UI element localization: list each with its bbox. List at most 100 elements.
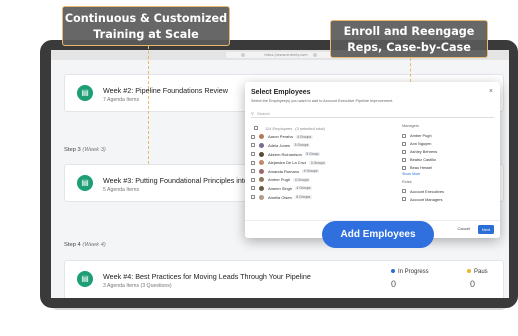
employee-checkbox[interactable] [251, 134, 255, 139]
stat-in-progress: In Progress [391, 269, 429, 275]
employee-name: Adela Jones [268, 142, 291, 148]
callout-training: Continuous & Customized Training at Scal… [62, 6, 230, 46]
roles-heading: Roles [402, 179, 412, 184]
show-more-link[interactable]: Show More [402, 172, 494, 180]
filter-checkbox[interactable] [402, 157, 406, 162]
list-item[interactable]: Adela Jones 3 Groups [251, 141, 411, 150]
list-item[interactable]: Aaron Peraha 4 Groups [251, 133, 411, 142]
employee-checkbox[interactable] [251, 195, 255, 200]
manager-filter-item[interactable]: Beatriz Castillo [402, 156, 494, 164]
group-badge: 4 Groups [302, 169, 320, 174]
stat-label: In Progress [398, 269, 429, 275]
employee-checkbox[interactable] [251, 160, 255, 165]
list-item[interactable]: Akeem Richardson 5 Group [251, 150, 411, 159]
callout-line: Training at Scale [93, 28, 199, 41]
group-badge: 4 Groups [295, 134, 313, 139]
employee-name: Amelia Olsen [268, 194, 292, 200]
list-item[interactable]: Ameen Singh 4 Groups [251, 184, 411, 193]
filter-label: Account Executives [410, 188, 444, 194]
callout-connector [410, 58, 411, 82]
step-number: Step 3 [64, 147, 81, 153]
stat-value: 0 [470, 279, 476, 289]
camera-dot-icon [313, 53, 317, 57]
chat-icon: ▤ [77, 85, 93, 101]
filter-label: Ann Nguyen [410, 141, 432, 146]
filter-label: Beau Hessel [410, 165, 433, 170]
filter-label: Account Managers [410, 196, 443, 202]
close-icon[interactable]: × [489, 88, 493, 95]
employee-checkbox[interactable] [251, 186, 255, 191]
role-filter-item[interactable]: Account Managers [402, 195, 494, 203]
filter-checkbox[interactable] [402, 133, 406, 138]
stat-label: Paus [474, 269, 488, 275]
chat-icon: ▤ [77, 271, 93, 287]
group-badge: 4 Groups [293, 177, 311, 182]
avatar [259, 160, 264, 166]
avatar [259, 168, 264, 174]
week-title: Week #4: Best Practices for Moving Leads… [103, 272, 311, 281]
callout-line: Enroll and Reengage [343, 25, 475, 38]
week-card[interactable]: ▤ Week #4: Best Practices for Moving Lea… [64, 260, 504, 298]
filter-checkbox[interactable] [402, 141, 406, 146]
manager-filter-item[interactable]: Ashley Behrens [402, 148, 494, 156]
step-label: Step 4 (Week 4) [64, 242, 106, 248]
employee-count: 114 Employees [265, 125, 293, 131]
filter-checkbox[interactable] [402, 165, 406, 170]
employee-checkbox[interactable] [251, 169, 255, 174]
avatar [259, 142, 264, 148]
filter-column: Managers Amber Pugh Ann Nguyen Ashley Be… [402, 124, 494, 203]
paused-dot-icon [467, 269, 471, 274]
avatar [259, 177, 264, 183]
list-item[interactable]: Alejandra De La Cruz 3 Groups [251, 158, 411, 167]
group-badge: 8 Groups [294, 195, 312, 200]
filter-checkbox[interactable] [402, 197, 406, 201]
add-employees-button[interactable]: Add Employees [322, 221, 434, 248]
next-button[interactable]: Next [478, 225, 494, 234]
week-subtitle: 3 Agenda Items (3 Questions) [103, 283, 172, 289]
group-badge: 5 Group [304, 152, 321, 157]
filter-label: Beatriz Castillo [410, 157, 436, 162]
group-badge: 4 Groups [295, 186, 312, 191]
filter-checkbox[interactable] [402, 189, 406, 193]
chat-icon: ▤ [77, 175, 93, 191]
avatar [259, 185, 264, 191]
avatar [259, 134, 264, 140]
cancel-button[interactable]: Cancel [458, 226, 470, 231]
employee-checkbox[interactable] [251, 152, 255, 157]
list-item[interactable]: Amber Pugh 4 Groups [251, 176, 411, 185]
modal-title: Select Employees [251, 89, 311, 96]
list-item[interactable]: Amelia Olsen 8 Groups [251, 193, 411, 202]
employee-list-header: 114 Employees (3 selected total) [251, 124, 411, 133]
search-icon: ⚲ [251, 111, 254, 116]
stat-value: 0 [391, 279, 397, 289]
manager-filter-item[interactable]: Ann Nguyen [402, 140, 494, 148]
step-week: (Week 3) [82, 147, 106, 153]
stat-paused: Paus [467, 269, 488, 275]
callout-connector [148, 46, 149, 164]
avatar [259, 151, 264, 157]
week-title: Week #3: Putting Foundational Principles… [103, 176, 255, 185]
search-input[interactable]: ⚲ Search [251, 109, 494, 118]
manager-filter-item[interactable]: Amber Pugh [402, 132, 494, 140]
manager-filter-item[interactable]: Beau Hessel [402, 164, 494, 172]
employee-checkbox[interactable] [251, 143, 255, 148]
week-title: Week #2: Pipeline Foundations Review [103, 86, 228, 95]
select-all-checkbox[interactable] [254, 126, 258, 131]
group-badge: 3 Groups [293, 143, 310, 148]
employee-name: Ameen Singh [268, 185, 293, 191]
list-item[interactable]: Amanda Romano 4 Groups [251, 167, 411, 176]
selected-count: (3 selected total) [295, 125, 325, 131]
employee-name: Alejandra De La Cruz [268, 160, 307, 166]
employee-checkbox[interactable] [251, 177, 255, 182]
in-progress-dot-icon [391, 269, 395, 274]
role-filter-item[interactable]: Account Executives [402, 187, 494, 195]
employee-name: Amanda Romano [268, 168, 300, 174]
step-label: Step 3 (Week 3) [64, 147, 106, 153]
managers-heading: Managers [402, 124, 419, 128]
group-badge: 3 Groups [309, 160, 327, 165]
select-employees-modal: Select Employees × Select the Employee(s… [245, 82, 500, 238]
employee-name: Akeem Richardson [268, 151, 302, 157]
week-subtitle: 7 Agenda Items [103, 97, 140, 103]
filter-checkbox[interactable] [402, 149, 406, 154]
filter-label: Amber Pugh [410, 133, 432, 138]
